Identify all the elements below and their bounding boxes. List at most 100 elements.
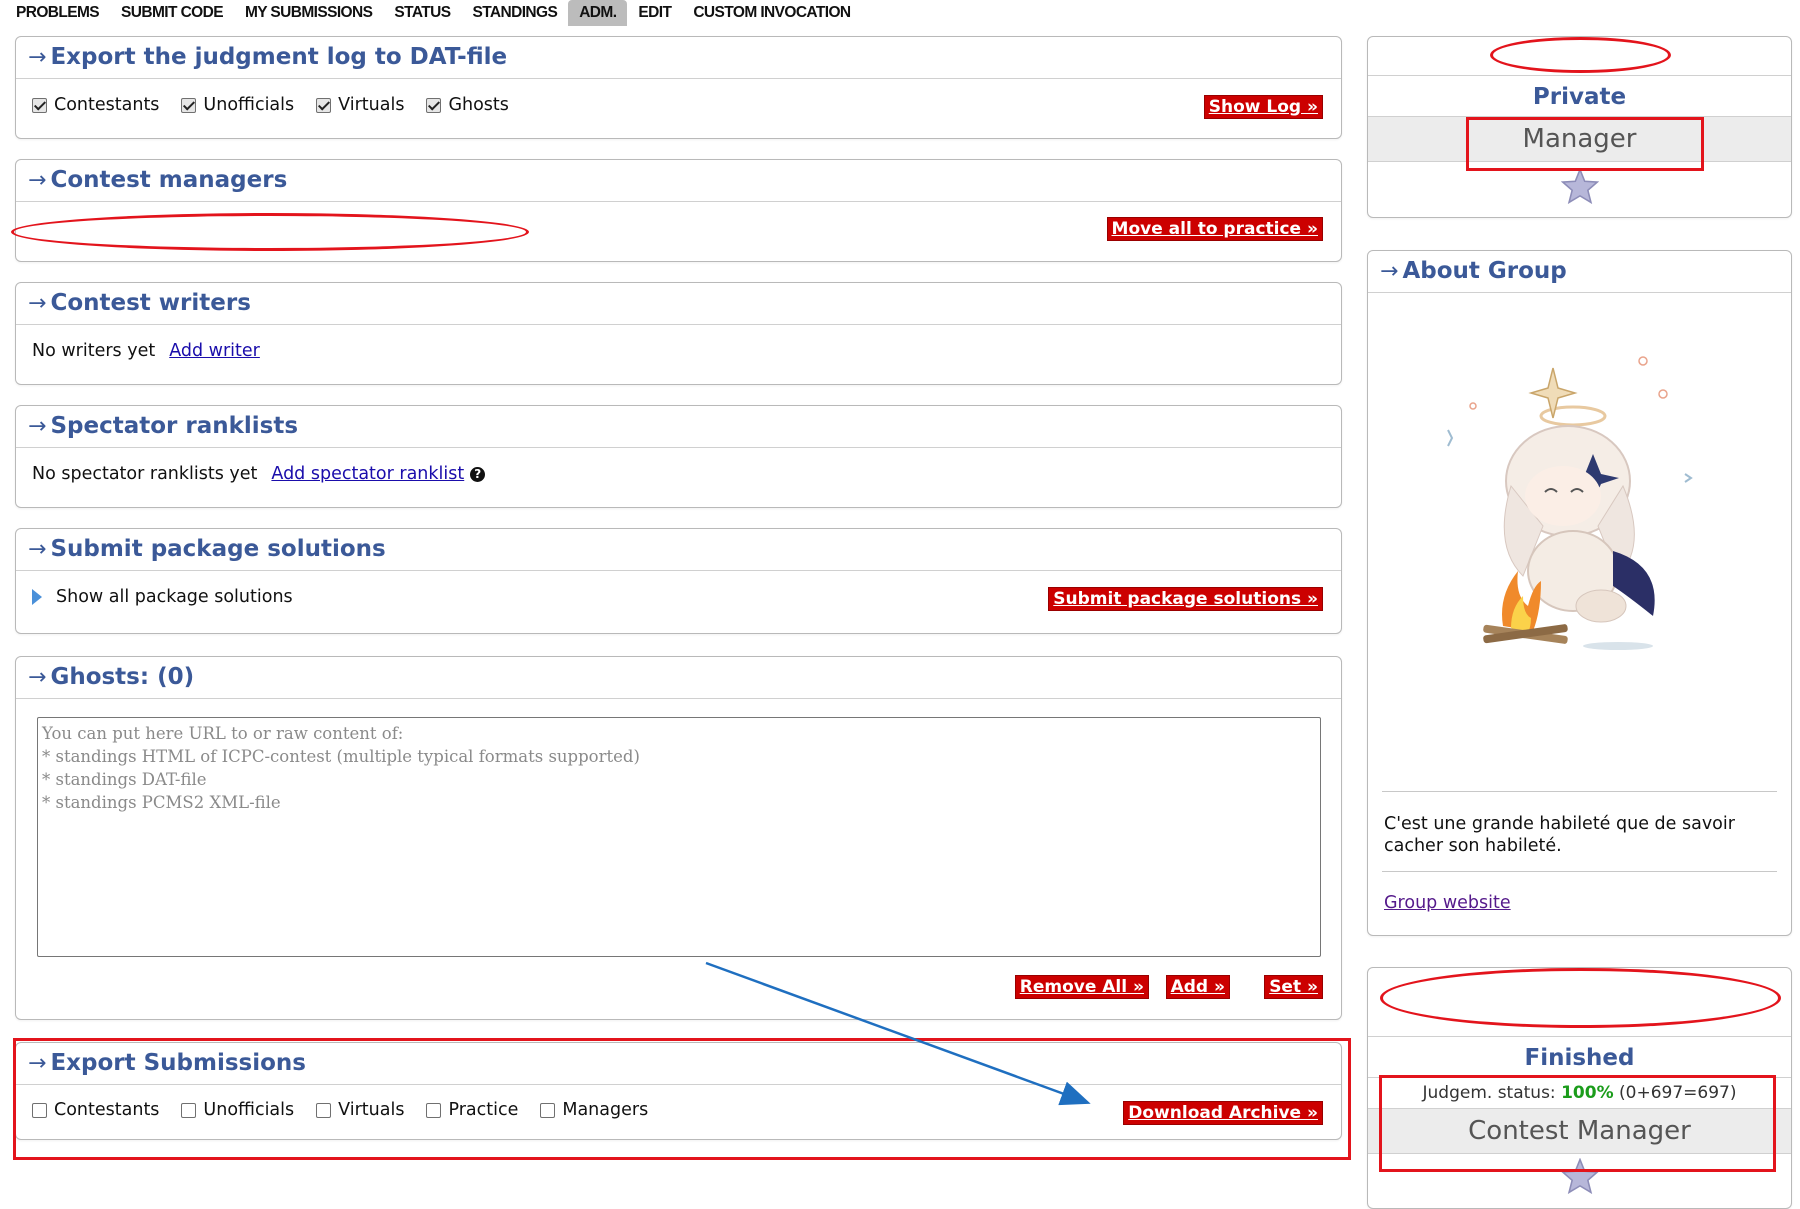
about-group-caption: → About Group [1368, 251, 1791, 293]
checkbox-unchecked-icon [181, 1102, 197, 1118]
contest-writers-panel: → Contest writers No writers yet Add writ… [15, 282, 1342, 385]
nav-status[interactable]: STATUS [383, 0, 461, 26]
checkbox-label: Virtuals [338, 95, 405, 115]
contest-name-area [1368, 968, 1791, 1037]
top-navigation: PROBLEMS SUBMIT CODE MY SUBMISSIONS STAT… [14, 0, 862, 26]
right-arrow-icon: → [1380, 259, 1399, 284]
right-arrow-icon: → [28, 45, 47, 70]
show-log-button[interactable]: Show Log » [1203, 95, 1323, 119]
remove-all-button[interactable]: Remove All » [1014, 975, 1149, 999]
contest-writers-title: Contest writers [50, 290, 251, 316]
checkbox-label: Practice [448, 1100, 519, 1120]
star-icon[interactable] [1368, 1154, 1791, 1198]
contest-writers-caption: → Contest writers [16, 283, 1341, 325]
ghosts-panel: →Ghosts: (0) Remove All » Add » Set » [15, 656, 1342, 1020]
download-archive-button[interactable]: Download Archive » [1123, 1101, 1323, 1125]
add-writer-link[interactable]: Add writer [169, 341, 260, 361]
export-managers-checkbox[interactable]: Managers [540, 1100, 648, 1120]
judgement-detail: (0+697=697) [1619, 1083, 1737, 1103]
ghosts-textarea[interactable] [37, 717, 1321, 957]
checkbox-checked-icon [426, 97, 442, 113]
checkbox-unchecked-icon [316, 1102, 332, 1118]
package-solutions-panel: → Submit package solutions Show all packa… [15, 528, 1342, 634]
divider [1382, 871, 1777, 872]
export-log-ghosts-checkbox[interactable]: Ghosts [426, 95, 509, 115]
export-log-unofficials-checkbox[interactable]: Unofficials [181, 95, 294, 115]
group-website-link[interactable]: Group website [1384, 893, 1511, 913]
checkbox-label: Contestants [54, 1100, 160, 1120]
group-role: Manager [1368, 116, 1791, 162]
ghosts-caption: → Ghosts: (0) [16, 657, 1341, 699]
export-practice-checkbox[interactable]: Practice [426, 1100, 518, 1120]
checkbox-checked-icon [181, 97, 197, 113]
checkbox-unchecked-icon [426, 1102, 442, 1118]
package-solutions-title: Submit package solutions [50, 536, 386, 562]
group-name-area [1368, 37, 1791, 76]
export-submissions-caption: → Export Submissions [16, 1043, 1341, 1085]
no-writers-text: No writers yet [32, 341, 156, 361]
checkbox-unchecked-icon [540, 1102, 556, 1118]
export-log-panel: → Export the judgment log to DAT-file Con… [15, 36, 1342, 139]
export-log-contestants-checkbox[interactable]: Contestants [32, 95, 159, 115]
ghosts-title: Ghosts: (0) [50, 664, 195, 690]
export-log-virtuals-checkbox[interactable]: Virtuals [316, 95, 404, 115]
nav-adm[interactable]: ADM. [568, 0, 628, 26]
judgement-status: Judgem. status: 100% (0+697=697) [1368, 1077, 1791, 1108]
contest-role: Contest Manager [1368, 1108, 1791, 1154]
checkbox-label: Managers [562, 1100, 649, 1120]
export-log-title: Export the judgment log to DAT-file [50, 44, 508, 70]
checkbox-label: Ghosts [448, 95, 509, 115]
nav-my-submissions[interactable]: MY SUBMISSIONS [234, 0, 383, 26]
export-contestants-checkbox[interactable]: Contestants [32, 1100, 159, 1120]
export-log-caption: → Export the judgment log to DAT-file [16, 37, 1341, 79]
group-visibility: Private [1532, 84, 1627, 110]
checkbox-label: Virtuals [338, 1100, 405, 1120]
package-solutions-caption: → Submit package solutions [16, 529, 1341, 571]
right-arrow-icon: → [28, 168, 47, 193]
nav-custom-invocation[interactable]: CUSTOM INVOCATION [682, 0, 861, 26]
contest-managers-title: Contest managers [50, 167, 288, 193]
contest-phase: Finished [1524, 1045, 1635, 1071]
star-icon[interactable] [1368, 162, 1791, 208]
submit-package-solutions-button[interactable]: Submit package solutions » [1048, 587, 1323, 611]
question-circle-icon[interactable]: ? [470, 466, 486, 482]
divider [1382, 791, 1777, 792]
contest-managers-caption: → Contest managers [16, 160, 1341, 202]
set-ghost-button[interactable]: Set » [1264, 975, 1323, 999]
checkbox-unchecked-icon [32, 1102, 47, 1118]
right-arrow-icon: → [28, 537, 47, 562]
spectator-ranklists-caption: → Spectator ranklists [16, 406, 1341, 448]
group-card: Private Manager [1367, 36, 1792, 218]
judgement-label: Judgem. status: [1422, 1083, 1556, 1103]
right-arrow-icon: → [28, 1051, 47, 1076]
add-ghost-button[interactable]: Add » [1165, 975, 1230, 999]
export-unofficials-checkbox[interactable]: Unofficials [181, 1100, 294, 1120]
export-virtuals-checkbox[interactable]: Virtuals [316, 1100, 404, 1120]
checkbox-label: Unofficials [203, 1100, 295, 1120]
nav-submit-code[interactable]: SUBMIT CODE [110, 0, 234, 26]
nav-problems[interactable]: PROBLEMS [14, 0, 110, 26]
group-quote: C'est une grande habileté que de savoir … [1384, 814, 1735, 856]
judgement-percent: 100% [1561, 1083, 1614, 1103]
move-all-to-practice-button[interactable]: Move all to practice » [1106, 217, 1323, 241]
no-spectator-ranklists-text: No spectator ranklists yet [32, 464, 258, 484]
expand-triangle-icon [32, 589, 42, 605]
checkbox-label: Unofficials [203, 95, 295, 115]
right-arrow-icon: → [28, 291, 47, 316]
show-package-solutions-label: Show all package solutions [56, 587, 293, 607]
checkbox-checked-icon [32, 97, 47, 113]
right-arrow-icon: → [28, 414, 47, 439]
show-package-solutions-toggle[interactable]: Show all package solutions [32, 587, 293, 607]
checkbox-checked-icon [316, 97, 332, 113]
nav-edit[interactable]: EDIT [627, 0, 682, 26]
add-spectator-ranklist-link[interactable]: Add spectator ranklist [271, 464, 464, 484]
group-avatar-image [1423, 346, 1723, 676]
spectator-ranklists-title: Spectator ranklists [50, 413, 299, 439]
spectator-ranklists-panel: → Spectator ranklists No spectator rankli… [15, 405, 1342, 508]
export-submissions-panel: → Export Submissions Contestants Unoffici… [15, 1042, 1342, 1140]
about-group-title: About Group [1402, 258, 1567, 284]
contest-card: Finished Judgem. status: 100% (0+697=697… [1367, 967, 1792, 1209]
export-submissions-title: Export Submissions [50, 1050, 306, 1076]
right-arrow-icon: → [28, 665, 47, 690]
nav-standings[interactable]: STANDINGS [461, 0, 568, 26]
